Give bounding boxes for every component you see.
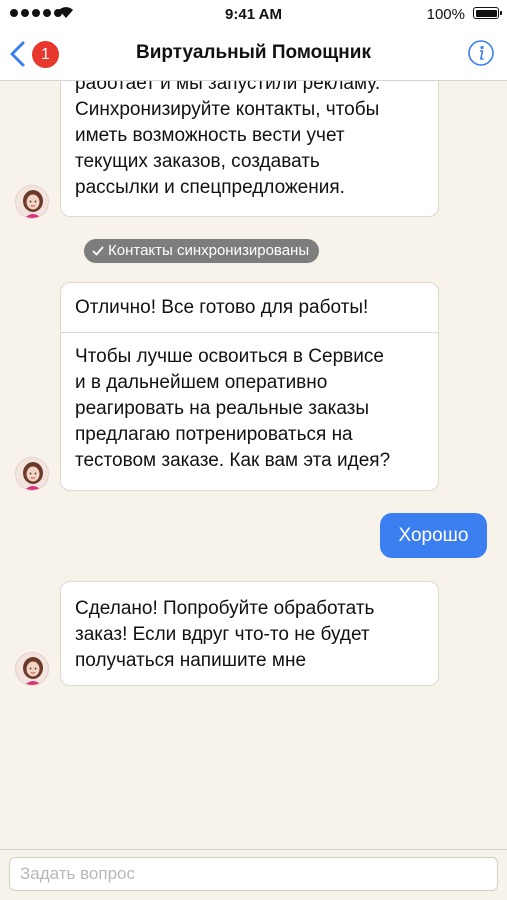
assistant-message: работает и мы запустили рекламу. Синхрон… xyxy=(60,81,439,217)
message-input-bar xyxy=(0,849,507,900)
info-icon[interactable] xyxy=(467,39,495,67)
avatar-image xyxy=(23,462,43,490)
assistant-message: Сделано! Попробуйте обработать заказ! Ес… xyxy=(60,581,439,686)
assistant-avatar xyxy=(15,185,49,219)
assistant-message: Отлично! Все готово для работы! Чтобы лу… xyxy=(60,282,439,491)
message-line: иметь возможность вести учет xyxy=(75,125,345,146)
assistant-avatar xyxy=(15,457,49,491)
navigation-bar: 1 Виртуальный Помощник xyxy=(0,28,507,81)
message-line: реагировать на реальные заказы xyxy=(75,398,370,419)
message-header: Отлично! Все готово для работы! xyxy=(75,297,369,318)
user-message: Хорошо xyxy=(380,513,487,558)
page-title: Виртуальный Помощник xyxy=(136,42,371,63)
message-line: Синхронизируйте контакты, чтобы xyxy=(75,99,380,120)
battery-icon xyxy=(473,7,502,19)
contacts-synced-notice: Контакты синхронизированы xyxy=(84,239,320,263)
assistant-avatar xyxy=(15,652,49,686)
avatar-image xyxy=(23,190,43,218)
question-input[interactable] xyxy=(9,857,498,891)
checkmark-icon xyxy=(92,246,104,256)
battery-level xyxy=(475,9,497,17)
battery-percentage: 100% xyxy=(426,6,465,23)
message-line: работает и мы запустили рекламу. xyxy=(75,81,381,94)
message-line: заказ! Если вдруг что-то не будет xyxy=(75,624,370,645)
avatar-image xyxy=(23,657,43,685)
message-line: Сделано! Попробуйте обработать xyxy=(75,598,375,619)
notice-text: Контакты синхронизированы xyxy=(108,242,310,259)
message-line: и в дальнейшем оперативно xyxy=(75,372,328,393)
message-line: Чтобы лучше освоиться в Сервисе xyxy=(75,346,384,367)
message-line: тестовом заказе. Как вам эта идея? xyxy=(75,450,391,471)
message-line: предлагаю потренироваться на xyxy=(75,424,353,445)
status-bar: 9:41 AM 100% xyxy=(0,0,507,28)
message-line: рассылки и спецпредложения. xyxy=(75,177,345,198)
message-line: получаться напишите мне xyxy=(75,650,307,671)
chat-area[interactable]: работает и мы запустили рекламу. Синхрон… xyxy=(0,81,507,849)
message-line: текущих заказов, создавать xyxy=(75,151,320,172)
